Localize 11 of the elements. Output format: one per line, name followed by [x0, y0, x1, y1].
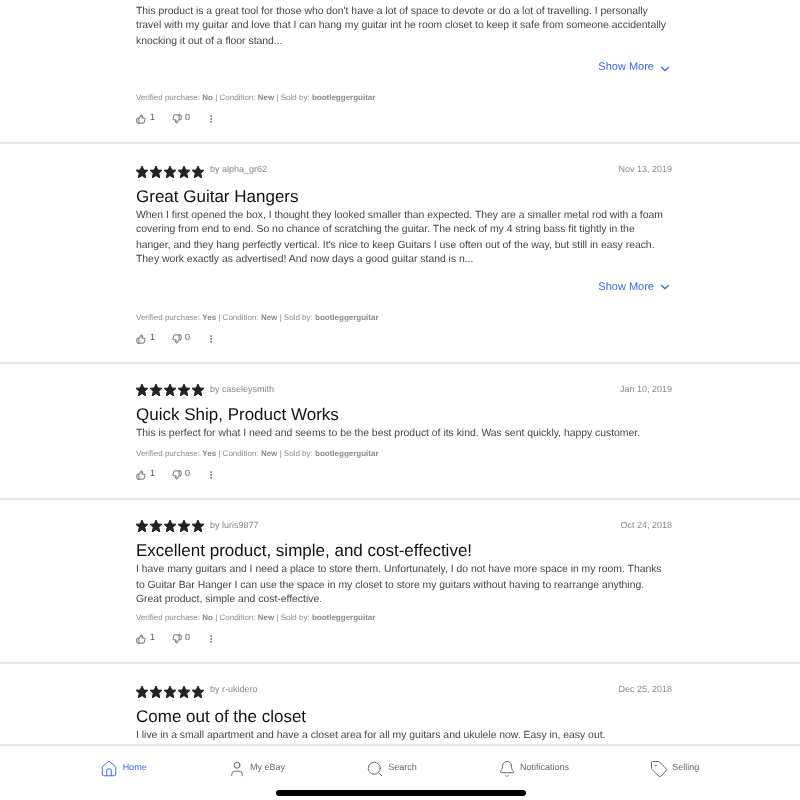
search-icon: [366, 759, 385, 777]
review-title: Come out of the closet: [136, 703, 309, 728]
review-title: Quick Ship, Product Works: [136, 402, 341, 427]
review-title: Excellent product, simple, and cost-effective!: [136, 538, 475, 563]
tag-icon: [650, 759, 669, 777]
bell-icon: [497, 759, 516, 777]
user-icon: [227, 759, 246, 777]
chevron-down-icon: [658, 61, 672, 76]
home-icon: [100, 759, 119, 777]
review-title: Great Guitar Hangers: [136, 183, 301, 208]
chevron-down-icon: [658, 280, 672, 295]
